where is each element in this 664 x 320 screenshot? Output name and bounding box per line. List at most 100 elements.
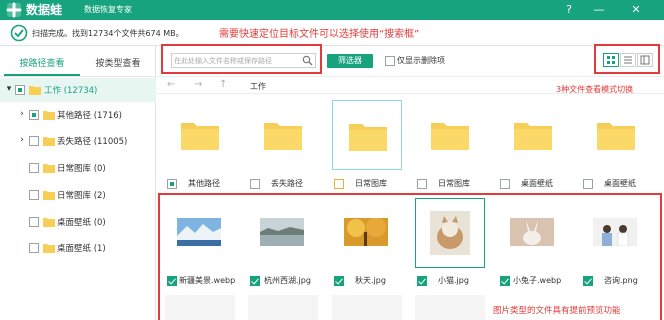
scan-status-text: 扫描完成。找到12734个文件共674 MB。 — [32, 29, 184, 38]
image-card[interactable] — [165, 295, 235, 320]
tree-item-label: 桌面壁纸 (1) — [57, 244, 106, 254]
minimize-button[interactable]: — — [591, 2, 607, 18]
tree-item-label: 工作 (12734) — [44, 86, 98, 96]
folder-checkbox[interactable] — [250, 179, 260, 189]
chevron-right-icon[interactable]: › — [17, 109, 27, 119]
folder-label: 日常图库 — [355, 179, 387, 188]
image-label: 秋天.jpg — [355, 276, 386, 285]
folder-icon — [29, 86, 41, 95]
image-card[interactable] — [415, 295, 485, 320]
folder-icon — [349, 124, 387, 151]
folder-label: 桌面壁纸 — [521, 179, 553, 188]
image-card[interactable] — [332, 198, 402, 268]
folder-checkbox[interactable] — [583, 179, 593, 189]
autumn-thumbnail — [344, 218, 388, 246]
tree-checkbox[interactable] — [29, 136, 39, 146]
folder-label: 桌面壁纸 — [604, 179, 636, 188]
check-circle-icon — [10, 24, 28, 42]
tree-item-label: 其他路径 (1716) — [57, 111, 122, 121]
tree-checkbox[interactable] — [29, 110, 39, 120]
forward-arrow-icon[interactable]: → — [194, 79, 202, 90]
folder-card[interactable] — [332, 100, 402, 170]
chevron-right-icon[interactable]: › — [17, 135, 27, 145]
preview-hint-annotation: 图片类型的文件具有提前预览功能 — [493, 306, 621, 316]
image-checkbox[interactable] — [500, 276, 510, 286]
image-card[interactable] — [248, 198, 318, 268]
folder-checkbox[interactable] — [334, 179, 344, 189]
image-label: 杭州西湖.jpg — [264, 276, 311, 285]
chevron-down-icon[interactable]: ▾ — [4, 84, 14, 94]
breadcrumb: 工作 — [250, 82, 266, 91]
up-arrow-icon[interactable]: ↑ — [219, 79, 227, 90]
folder-icon — [43, 164, 55, 173]
image-card[interactable] — [332, 295, 402, 320]
folder-icon — [181, 123, 219, 150]
folder-icon — [43, 191, 55, 200]
tree-item-lost-path[interactable]: › 丢失路径 (11005) — [0, 129, 156, 153]
image-checkbox[interactable] — [167, 276, 177, 286]
tab-divider — [0, 76, 156, 77]
lake-thumbnail — [260, 218, 304, 246]
folder-checkbox[interactable] — [500, 179, 510, 189]
folder-card[interactable] — [248, 100, 318, 170]
image-checkbox[interactable] — [250, 276, 260, 286]
tree-checkbox[interactable] — [29, 243, 39, 253]
image-checkbox[interactable] — [417, 276, 427, 286]
image-checkbox[interactable] — [334, 276, 344, 286]
folder-icon — [43, 244, 55, 253]
close-button[interactable]: ✕ — [628, 2, 644, 18]
tree-item-label: 日常图库 (0) — [57, 164, 106, 174]
tree-item-work[interactable]: ▾ 工作 (12734) — [0, 78, 156, 102]
folder-icon — [431, 123, 469, 150]
show-deleted-checkbox[interactable] — [385, 56, 395, 66]
folder-card[interactable] — [165, 100, 235, 170]
tree-item-other-path[interactable]: › 其他路径 (1716) — [0, 103, 156, 127]
folder-icon — [264, 123, 302, 150]
app-name: 数据蛙 — [26, 3, 63, 17]
back-arrow-icon[interactable]: ← — [167, 79, 175, 90]
title-bar: 数据蛙 数据恢复专家 ? — ✕ — [0, 0, 664, 20]
rabbit-thumbnail — [510, 218, 554, 246]
image-checkbox[interactable] — [583, 276, 593, 286]
app-window: 数据蛙 数据恢复专家 ? — ✕ 扫描完成。找到12734个文件共674 MB。… — [0, 0, 664, 320]
consulting-thumbnail — [593, 218, 637, 246]
folder-checkbox[interactable] — [167, 179, 177, 189]
search-hint-annotation: 需要快速定位目标文件可以选择使用“搜索框” — [219, 29, 420, 40]
app-subtitle: 数据恢复专家 — [84, 5, 132, 14]
tree-item-wallpaper-1[interactable]: 桌面壁纸 (1) — [0, 236, 156, 260]
tree-checkbox[interactable] — [29, 190, 39, 200]
tab-by-type[interactable]: 按类型查看 — [80, 56, 156, 72]
left-panel: 按路径查看 按类型查看 ▾ 工作 (12734) › 其他路径 (1716) ›… — [0, 46, 156, 320]
image-card[interactable] — [498, 198, 568, 268]
filter-button[interactable]: 筛选器 — [327, 54, 373, 68]
app-logo-icon — [6, 2, 22, 18]
image-card[interactable] — [165, 198, 235, 268]
tree-item-label: 日常图库 (2) — [57, 191, 106, 201]
folder-label: 其他路径 — [188, 179, 220, 188]
folder-icon — [597, 123, 635, 150]
tree-item-gallery-0[interactable]: 日常图库 (0) — [0, 156, 156, 180]
folder-card[interactable] — [498, 100, 568, 170]
tree-item-gallery-2[interactable]: 日常图库 (2) — [0, 183, 156, 207]
folder-card[interactable] — [415, 100, 485, 170]
image-card[interactable] — [248, 295, 318, 320]
image-card[interactable] — [581, 198, 651, 268]
folder-icon — [514, 123, 552, 150]
image-card[interactable] — [415, 198, 485, 268]
image-label: 新疆美景.webp — [179, 276, 236, 285]
folder-card[interactable] — [581, 100, 651, 170]
tree-checkbox[interactable] — [29, 217, 39, 227]
tree-item-wallpaper-0[interactable]: 桌面壁纸 (0) — [0, 210, 156, 234]
image-label: 咨询.png — [604, 276, 638, 285]
folder-checkbox[interactable] — [417, 179, 427, 189]
tree-checkbox[interactable] — [15, 85, 25, 95]
tree-item-label: 桌面壁纸 (0) — [57, 218, 106, 228]
tab-by-path[interactable]: 按路径查看 — [4, 56, 80, 72]
folder-label: 日常图库 — [438, 179, 470, 188]
folder-icon — [43, 111, 55, 120]
tree-checkbox[interactable] — [29, 163, 39, 173]
image-label: 小兔子.webp — [513, 276, 562, 285]
folder-icon — [43, 218, 55, 227]
folder-icon — [43, 137, 55, 146]
help-button[interactable]: ? — [561, 2, 577, 18]
